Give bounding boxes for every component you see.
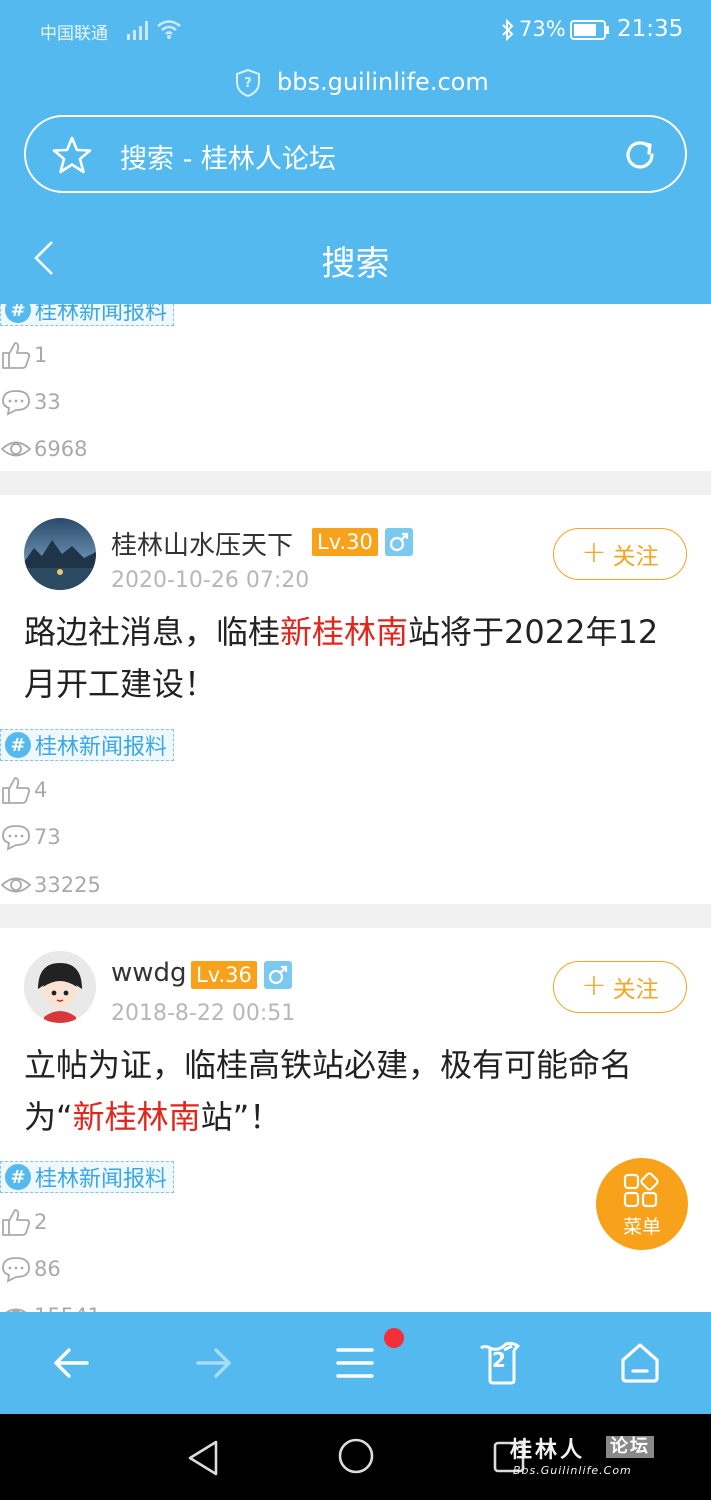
thumbs-up-icon xyxy=(2,1209,31,1236)
comment-icon xyxy=(2,390,30,416)
view-stat: 15541 xyxy=(0,1300,101,1312)
hashtag-icon: # xyxy=(5,732,31,758)
site-watermark: 桂林人 论坛 Bbs.Guilinlife.Com xyxy=(510,1432,680,1482)
signal-icon xyxy=(127,21,148,40)
follow-button[interactable]: + 关注 xyxy=(553,961,687,1013)
menu-icon[interactable] xyxy=(332,1340,378,1386)
view-stat: 33225 xyxy=(0,869,101,901)
view-stat: 6968 xyxy=(0,433,87,465)
avatar[interactable] xyxy=(24,518,96,590)
male-icon xyxy=(385,528,413,556)
battery-percent: 73% xyxy=(519,17,566,41)
post-date: 2020-10-26 07:20 xyxy=(111,568,310,593)
tab-count: 2 xyxy=(492,1348,506,1372)
clock: 21:35 xyxy=(617,16,684,42)
page-title: 搜索 xyxy=(321,244,390,284)
post-card[interactable]: 桂林山水压天下 Lv.30 2020-10-26 07:20 + 关注 路边社消… xyxy=(0,495,711,905)
page-header: 搜索 xyxy=(0,210,711,304)
like-stat[interactable]: 4 xyxy=(0,774,47,806)
carrier-name: 中国联通 xyxy=(40,24,108,44)
like-stat[interactable]: 1 xyxy=(0,339,47,371)
status-bar: 中国联通 73% 21:35 xyxy=(0,0,711,60)
comment-stat[interactable]: 86 xyxy=(0,1253,61,1285)
plus-icon: + xyxy=(581,967,607,1003)
keyword-highlight: 新桂林南 xyxy=(280,613,409,651)
comment-stat[interactable]: 33 xyxy=(0,386,61,418)
browser-top-bar: 中国联通 73% 21:35 ? bbs.guilinlife.com 搜索 -… xyxy=(0,0,711,210)
system-navigation-bar: 桂林人 论坛 Bbs.Guilinlife.Com xyxy=(0,1414,711,1500)
post-content[interactable]: 立帖为证，临桂高铁站必建，极有可能命名为“新桂林南站”！ xyxy=(24,1039,684,1143)
url-text[interactable]: bbs.guilinlife.com xyxy=(277,68,489,96)
eye-icon xyxy=(0,877,32,893)
follow-button[interactable]: + 关注 xyxy=(553,528,687,580)
author-name[interactable]: 桂林山水压天下 xyxy=(111,525,293,562)
topic-tag[interactable]: # 桂林新闻报料 xyxy=(0,304,175,326)
divider xyxy=(0,471,711,495)
post-card-partial[interactable]: # 桂林新闻报料 1 33 6968 xyxy=(0,304,711,474)
grid-icon xyxy=(623,1172,659,1208)
author-name[interactable]: wwdg xyxy=(111,958,187,988)
bluetooth-icon xyxy=(502,18,514,42)
shield-icon: ? xyxy=(236,68,260,98)
browser-toolbar: 2 xyxy=(0,1312,711,1414)
keyword-highlight: 新桂林南 xyxy=(72,1098,201,1136)
avatar[interactable] xyxy=(24,951,96,1023)
topic-tag[interactable]: # 桂林新闻报料 xyxy=(0,1161,175,1193)
hashtag-icon: # xyxy=(5,1164,31,1190)
address-bar[interactable]: 搜索 - 桂林人论坛 xyxy=(24,115,687,193)
thumbs-up-icon xyxy=(2,342,31,369)
tabs-button[interactable]: 2 xyxy=(476,1340,522,1386)
arrow-right-icon[interactable] xyxy=(190,1340,236,1386)
post-card[interactable]: wwdg Lv.36 2018-8-22 00:51 + 关注 立帖为证，临桂高… xyxy=(0,928,711,1312)
url-line: ? bbs.guilinlife.com xyxy=(0,66,711,100)
divider xyxy=(0,904,711,928)
plus-icon: + xyxy=(581,534,607,570)
nav-home-icon[interactable] xyxy=(337,1437,375,1475)
eye-icon xyxy=(0,441,32,457)
level-badge: Lv.30 xyxy=(312,528,378,556)
male-icon xyxy=(264,961,292,989)
level-badge: Lv.36 xyxy=(191,961,257,989)
battery-icon xyxy=(570,20,609,40)
comment-stat[interactable]: 73 xyxy=(0,821,61,853)
eye-icon xyxy=(5,1308,27,1312)
wifi-icon xyxy=(157,20,181,39)
like-stat[interactable]: 2 xyxy=(0,1206,47,1238)
topic-tag[interactable]: # 桂林新闻报料 xyxy=(0,729,175,761)
svg-text:?: ? xyxy=(244,76,252,91)
reload-icon[interactable] xyxy=(622,137,658,173)
post-content[interactable]: 路边社消息，临桂新桂林南站将于2022年12月开工建设！ xyxy=(24,606,684,710)
home-icon[interactable] xyxy=(617,1340,663,1386)
thumbs-up-icon xyxy=(2,777,31,804)
page-title-in-bar[interactable]: 搜索 - 桂林人论坛 xyxy=(120,137,336,176)
comment-icon xyxy=(2,1257,30,1283)
arrow-left-icon[interactable] xyxy=(49,1340,95,1386)
search-results-feed[interactable]: # 桂林新闻报料 1 33 6968 桂林山水压天下 Lv.30 2020-10… xyxy=(0,304,711,1312)
fab-label: 菜单 xyxy=(622,1216,661,1238)
nav-back-icon[interactable] xyxy=(186,1438,222,1478)
menu-fab[interactable]: 菜单 xyxy=(596,1158,688,1250)
star-icon[interactable] xyxy=(52,135,92,175)
post-date: 2018-8-22 00:51 xyxy=(111,1001,296,1026)
comment-icon xyxy=(2,825,30,851)
notification-dot xyxy=(384,1328,404,1348)
hashtag-icon: # xyxy=(5,304,31,323)
